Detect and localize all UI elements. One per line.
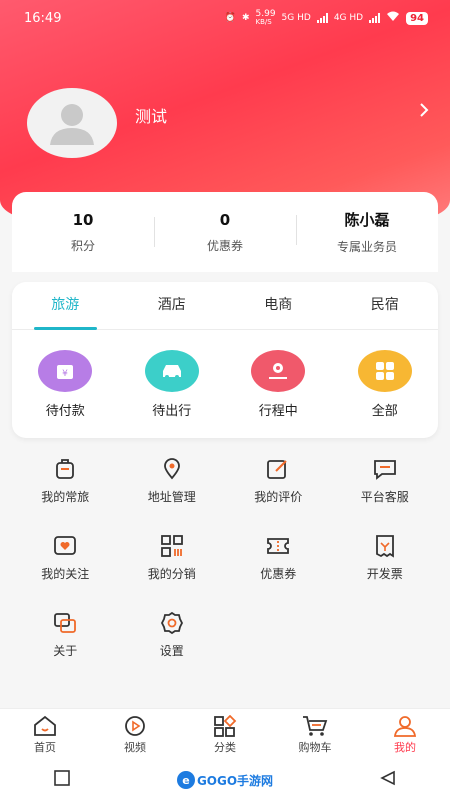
tabbar-label: 视频 (124, 741, 146, 754)
order-pending-travel[interactable]: 待出行 (119, 350, 226, 419)
wifi-icon (386, 11, 400, 25)
signal-bars-icon-2 (369, 13, 381, 23)
recent-apps-icon[interactable] (53, 770, 70, 790)
stat-points[interactable]: 10 积分 (12, 211, 154, 254)
tab-travel[interactable]: 旅游 (12, 282, 119, 330)
ticket-icon (267, 538, 290, 554)
service-customer-support[interactable]: 平台客服 (332, 456, 439, 505)
tab-hotel[interactable]: 酒店 (119, 282, 226, 329)
service-label: 我的关注 (41, 567, 90, 581)
order-label: 全部 (371, 404, 398, 419)
order-tabs: 旅游 酒店 电商 民宿 (12, 282, 438, 330)
service-distribution[interactable]: 我的分销 (119, 533, 226, 582)
back-icon[interactable] (380, 770, 396, 790)
status-icons: ⏰ ✱ 5.99 KB/S 5G HD 4G HD 94 (225, 10, 428, 26)
tabbar-label: 我的 (394, 741, 416, 754)
order-label: 行程中 (258, 404, 298, 419)
luggage-icon (56, 459, 75, 479)
status-bar: 16:49 ⏰ ✱ 5.99 KB/S 5G HD 4G HD 94 (0, 0, 450, 36)
svg-text:¥: ¥ (62, 369, 68, 379)
status-time: 16:49 (24, 10, 62, 26)
tab-homestay[interactable]: 民宿 (332, 282, 439, 329)
about-icon (54, 613, 77, 633)
tabbar-home[interactable]: 首页 (0, 709, 90, 760)
tabbar-category[interactable]: 分类 (180, 709, 270, 760)
service-label: 优惠券 (260, 567, 297, 581)
home-icon (34, 715, 56, 736)
stat-salesperson[interactable]: 陈小磊 专属业务员 (296, 209, 438, 255)
stat-coupons[interactable]: 0 优惠券 (154, 211, 296, 254)
signal-bars-icon (316, 13, 328, 23)
edit-icon (267, 460, 287, 479)
grid-icon (357, 350, 412, 392)
order-in-progress[interactable]: 行程中 (225, 350, 332, 419)
order-label: 待出行 (152, 404, 192, 419)
tabbar-label: 首页 (34, 741, 56, 754)
default-user-icon (50, 104, 94, 145)
net-speed: 5.99 KB/S (255, 9, 276, 27)
services-grid: 我的常旅 地址管理 我的评价 平台客服 我的关注 我的分销 优惠券 开发票 关于… (12, 456, 438, 659)
bottom-tabbar: 首页 视频 分类 购物车 我的 (0, 708, 450, 760)
stat-value: 10 (72, 210, 94, 229)
avatar[interactable] (27, 88, 117, 158)
service-address[interactable]: 地址管理 (119, 456, 226, 505)
service-reviews[interactable]: 我的评价 (225, 456, 332, 505)
service-label: 关于 (53, 644, 78, 658)
order-label: 待付款 (45, 404, 85, 419)
system-navbar: e GOGO手游网 (0, 760, 450, 800)
stat-label: 专属业务员 (336, 240, 397, 254)
orders-card: 旅游 酒店 电商 民宿 ¥ 待付款 待出行 行程中 全部 (12, 282, 438, 438)
location-icon (163, 458, 180, 480)
tabbar-cart[interactable]: 购物车 (270, 709, 360, 760)
heart-icon (54, 536, 77, 555)
chevron-right-icon[interactable] (418, 102, 430, 123)
gear-icon (160, 611, 183, 635)
service-frequent-travelers[interactable]: 我的常旅 (12, 456, 119, 505)
service-label: 开发票 (366, 567, 403, 581)
stats-card: 10 积分 0 优惠券 陈小磊 专属业务员 (12, 192, 438, 272)
battery-indicator: 94 (406, 11, 428, 25)
watermark-text: GOGO手游网 (196, 773, 274, 788)
order-status-row: ¥ 待付款 待出行 行程中 全部 (12, 330, 438, 419)
stat-label: 积分 (70, 238, 95, 253)
tabbar-mine[interactable]: 我的 (360, 709, 450, 760)
car-icon (144, 350, 199, 392)
service-invoice[interactable]: 开发票 (332, 533, 439, 582)
alarm-icon: ⏰ (224, 13, 236, 23)
stat-value: 0 (219, 210, 231, 229)
service-label: 我的分销 (147, 567, 196, 581)
stat-label: 优惠券 (206, 238, 243, 253)
watermark-logo: e GOGO手游网 (176, 771, 274, 789)
cart-icon (303, 716, 328, 736)
qrcode-icon (160, 535, 183, 557)
logo-badge-icon: e (176, 771, 195, 789)
service-label: 平台客服 (360, 490, 409, 504)
service-label: 我的评价 (254, 490, 303, 504)
stat-value: 陈小磊 (344, 211, 390, 229)
play-icon (125, 716, 145, 736)
order-pending-payment[interactable]: ¥ 待付款 (12, 350, 119, 419)
service-label: 地址管理 (147, 490, 196, 504)
route-icon (251, 350, 306, 392)
user-icon (393, 716, 417, 737)
signal-4g-label: 4G HD (333, 13, 364, 23)
receipt-icon (375, 535, 394, 558)
order-all[interactable]: 全部 (332, 350, 439, 419)
signal-5g-label: 5G HD (281, 13, 311, 23)
service-label: 我的常旅 (41, 490, 90, 504)
bluetooth-icon: ✱ (241, 13, 250, 23)
service-label: 设置 (159, 644, 184, 658)
tab-ecommerce[interactable]: 电商 (225, 282, 332, 329)
service-about[interactable]: 关于 (12, 610, 119, 659)
chat-icon (373, 460, 396, 480)
service-coupons[interactable]: 优惠券 (225, 533, 332, 582)
tabbar-label: 分类 (214, 741, 236, 754)
tabbar-video[interactable]: 视频 (90, 709, 180, 760)
service-settings[interactable]: 设置 (119, 610, 226, 659)
service-following[interactable]: 我的关注 (12, 533, 119, 582)
wallet-icon: ¥ (38, 350, 93, 392)
username[interactable]: 测试 (135, 103, 167, 127)
tabbar-label: 购物车 (298, 741, 332, 754)
category-icon (214, 715, 237, 737)
